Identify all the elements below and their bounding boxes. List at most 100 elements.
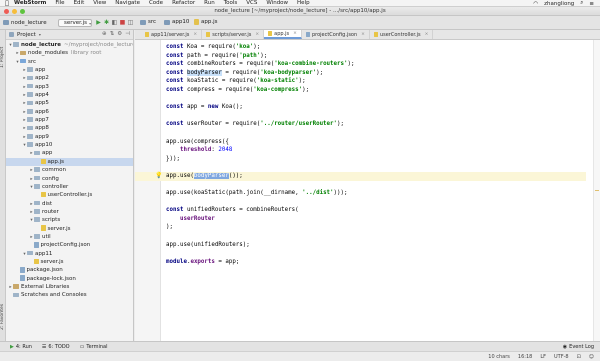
code-line[interactable]: app.use(unifiedRouters); — [166, 241, 586, 250]
tree-item[interactable]: ▸ node_modules library root — [6, 49, 133, 57]
tree-item[interactable]: projectConfig.json — [6, 241, 133, 249]
run-icon[interactable]: ▶ — [95, 19, 102, 26]
tree-item[interactable]: ▸ app7 — [6, 116, 133, 124]
menu-item-help[interactable]: Help — [297, 0, 310, 6]
inspector-icon[interactable]: ☺ — [589, 354, 594, 360]
tree-item[interactable]: ▸ util — [6, 233, 133, 241]
menu-item-window[interactable]: Window — [266, 0, 288, 6]
tree-item[interactable]: ▸ dist — [6, 200, 133, 208]
user-name[interactable]: zhangliong — [544, 1, 574, 7]
tree-item[interactable]: ▾ controller — [6, 183, 133, 191]
code-line[interactable]: const compress = require('koa-compress')… — [166, 86, 586, 95]
code-line[interactable]: const unifiedRouters = combineRouters( — [166, 206, 586, 215]
tree-item[interactable]: ▸ app8 — [6, 124, 133, 132]
code-line[interactable]: const path = require('path'); — [166, 52, 586, 61]
code-line[interactable]: const combineRouters = require('koa-comb… — [166, 60, 586, 69]
chevron-down-icon[interactable]: ▾ — [39, 32, 41, 37]
tree-item[interactable]: ▾ src — [6, 58, 133, 66]
code-line[interactable]: app.use(bodyParser()); 💡 — [135, 171, 586, 181]
lock-icon[interactable]: ⊡ — [577, 354, 581, 360]
tree-item[interactable]: ▸ router — [6, 208, 133, 216]
breadcrumb-file[interactable]: app.js — [194, 19, 218, 25]
menu-item-vcs[interactable]: VCS — [246, 0, 257, 6]
collapse-icon[interactable]: ⇅ — [110, 31, 115, 37]
code-line[interactable]: threshold: 2048 — [166, 146, 586, 155]
code-line[interactable] — [166, 232, 586, 241]
editor-tab[interactable]: userController.js × — [370, 30, 434, 39]
tree-item[interactable]: package.json — [6, 266, 133, 274]
tree-item[interactable]: ▸ app3 — [6, 83, 133, 91]
tree-item[interactable]: ▾ app10 — [6, 141, 133, 149]
terminal-tool-tab[interactable]: ▭ Terminal — [80, 344, 108, 350]
tree-item[interactable]: package-lock.json — [6, 275, 133, 283]
menu-item-run[interactable]: Run — [204, 0, 215, 6]
code-line[interactable]: })); — [166, 155, 586, 164]
apple-icon[interactable]:  — [0, 0, 14, 7]
close-tab-icon[interactable]: × — [193, 32, 197, 37]
tree-item[interactable]: ▾ scripts — [6, 216, 133, 224]
tree-item[interactable]: ▸ app9 — [6, 133, 133, 141]
code-line[interactable]: module.exports = app; — [166, 258, 586, 267]
app-menu[interactable]: WebStorm — [14, 0, 46, 6]
close-window-button[interactable] — [4, 9, 9, 14]
tree-item[interactable]: server.js — [6, 225, 133, 233]
close-tab-icon[interactable]: × — [255, 32, 259, 37]
menu-item-edit[interactable]: Edit — [74, 0, 85, 6]
code-line[interactable]: const app = new Koa(); — [166, 103, 586, 112]
breadcrumb-app10[interactable]: app10 — [164, 19, 189, 25]
code-line[interactable]: const userRouter = require('../router/us… — [166, 120, 586, 129]
tree-item[interactable]: ▸ app — [6, 66, 133, 74]
close-tab-icon[interactable]: × — [293, 31, 297, 36]
coverage-icon[interactable]: ◧ — [111, 19, 118, 26]
menu-item-file[interactable]: File — [55, 0, 64, 6]
stop-icon[interactable]: ■ — [119, 19, 126, 26]
code-line[interactable] — [166, 181, 586, 190]
code-line[interactable] — [166, 129, 586, 138]
menu-item-view[interactable]: View — [93, 0, 106, 6]
todo-tool-tab[interactable]: ☰ 6: TODO — [42, 344, 70, 350]
file-encoding[interactable]: UTF-8 — [554, 354, 569, 360]
close-tab-icon[interactable]: × — [361, 32, 365, 37]
editor-tab[interactable]: projectConfig.json × — [302, 30, 370, 39]
minimize-window-button[interactable] — [12, 9, 17, 14]
debug-icon[interactable]: ✱ — [103, 19, 110, 26]
tree-item[interactable]: ▸ app4 — [6, 91, 133, 99]
code-line[interactable] — [166, 249, 586, 258]
caret-position[interactable]: 16:18 — [518, 354, 532, 360]
close-tab-icon[interactable]: × — [425, 32, 429, 37]
menu-item-code[interactable]: Code — [149, 0, 163, 6]
hide-icon[interactable]: ⊣ — [125, 31, 130, 37]
editor-tab[interactable]: app11/server.js × — [141, 30, 203, 39]
tree-item[interactable]: app.js — [6, 157, 133, 167]
tree-item[interactable]: ▸ app2 — [6, 74, 133, 82]
tree-item[interactable]: ▸ app — [6, 149, 133, 157]
gear-icon[interactable]: ⚙ — [117, 31, 122, 37]
wifi-icon[interactable]: ◠ — [533, 1, 538, 7]
code-line[interactable]: userRouter — [166, 215, 586, 224]
code-line[interactable]: ); — [166, 223, 586, 232]
code-line[interactable]: const koaStatic = require('koa-static'); — [166, 77, 586, 86]
editor-tab[interactable]: scripts/server.js × — [202, 30, 265, 39]
tree-item[interactable]: ▸ app6 — [6, 108, 133, 116]
code-area[interactable]: const Koa = require('koa'); const path = … — [135, 43, 586, 267]
tree-item[interactable]: ▸ common — [6, 166, 133, 174]
editor-tab[interactable]: app.js × — [264, 30, 302, 39]
code-line[interactable]: app.use(koaStatic(path.join(__dirname, '… — [166, 189, 586, 198]
tree-item[interactable]: ▸ app5 — [6, 99, 133, 107]
code-line[interactable]: const bodyParser = require('koa-bodypars… — [166, 69, 586, 78]
menu-item-refactor[interactable]: Refactor — [172, 0, 195, 6]
tree-item[interactable]: Scratches and Consoles — [6, 291, 133, 299]
breadcrumb-src[interactable]: src — [140, 19, 156, 25]
menu-list-icon[interactable]: ≡ — [589, 1, 594, 7]
code-line[interactable] — [166, 163, 586, 172]
line-separator[interactable]: LF — [540, 354, 546, 360]
tree-item[interactable]: ▾ node_lecture ~/myproject/node_lecture — [6, 41, 133, 49]
code-line[interactable]: app.use(compress({ — [166, 138, 586, 147]
tree-item[interactable]: ▾ app11 — [6, 250, 133, 258]
project-tool-tab[interactable]: 1: Project — [0, 47, 5, 68]
menu-item-navigate[interactable]: Navigate — [115, 0, 140, 6]
intention-bulb-icon[interactable]: 💡 — [155, 172, 162, 179]
run-tool-tab[interactable]: ▶ 4: Run — [10, 344, 32, 350]
code-line[interactable] — [166, 112, 586, 121]
locate-icon[interactable]: ⊕ — [102, 31, 107, 37]
